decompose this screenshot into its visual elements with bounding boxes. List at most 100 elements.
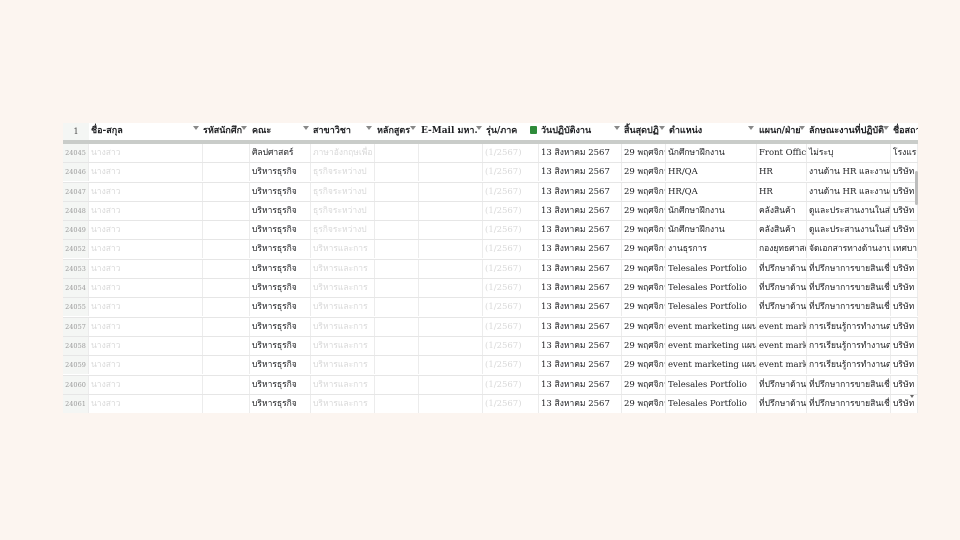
cell-task[interactable]: ที่ปรึกษาการขายสินเชื่อด้ <box>807 259 891 278</box>
filter-icon[interactable] <box>476 126 482 130</box>
cell-organization[interactable]: บริษัท <box>891 259 918 278</box>
cell-position[interactable]: Telesales Portfolio <box>666 298 757 317</box>
cell-department[interactable]: ที่ปรึกษาด้านก <box>757 259 807 278</box>
filter-icon[interactable] <box>410 126 416 130</box>
cell-department[interactable]: คลังสินค้า <box>757 221 807 240</box>
cell-start-date[interactable]: 13 สิงหาคม 2567 <box>539 259 622 278</box>
col-name[interactable]: ชื่อ-สกุล <box>91 123 191 140</box>
cell-task[interactable]: จัดเอกสารทางด้านงานธุร <box>807 240 891 259</box>
filter-icon[interactable] <box>614 126 620 130</box>
cell-organization[interactable]: บริษัท <box>891 221 918 240</box>
cell-organization[interactable]: บริษัท <box>891 201 918 220</box>
table-row[interactable]: 24057 นางสาว บริหารธุรกิจ บริหารและการ (1/25… <box>63 317 918 337</box>
cell-email[interactable] <box>419 144 483 162</box>
row-number[interactable]: 24049 <box>63 221 89 240</box>
cell-generation[interactable]: (1/2567) <box>483 394 539 413</box>
cell-generation[interactable]: (1/2567) <box>483 201 539 220</box>
cell-name[interactable]: นางสาว <box>89 259 203 278</box>
cell-task[interactable]: การเรียนรู้การทำงานต่างๆ <box>807 317 891 336</box>
cell-task[interactable]: ที่ปรึกษาการขายสินเชื่อด้ <box>807 394 891 413</box>
cell-email[interactable] <box>419 259 483 278</box>
cell-task[interactable]: ดูและประสานงานในส่วน <box>807 221 891 240</box>
vertical-scrollbar[interactable] <box>915 171 918 205</box>
cell-name[interactable]: นางสาว <box>89 375 203 394</box>
cell-position[interactable]: HR/QA <box>666 163 757 182</box>
cell-faculty[interactable]: บริหารธุรกิจ <box>250 201 311 220</box>
cell-student-id[interactable] <box>203 259 250 278</box>
cell-email[interactable] <box>419 163 483 182</box>
cell-name[interactable]: นางสาว <box>89 201 203 220</box>
cell-start-date[interactable]: 13 สิงหาคม 2567 <box>539 240 622 259</box>
cell-end-date[interactable]: 29 พฤศจิกาย <box>622 356 666 375</box>
cell-email[interactable] <box>419 394 483 413</box>
cell-department[interactable]: event marketin <box>757 317 807 336</box>
cell-email[interactable] <box>419 240 483 259</box>
cell-name[interactable]: นางสาว <box>89 182 203 201</box>
cell-faculty[interactable]: บริหารธุรกิจ <box>250 163 311 182</box>
cell-faculty[interactable]: บริหารธุรกิจ <box>250 375 311 394</box>
cell-major[interactable]: บริหารและการ <box>311 298 375 317</box>
cell-end-date[interactable]: 29 พฤศจิกาย <box>622 201 666 220</box>
cell-faculty[interactable]: บริหารธุรกิจ <box>250 182 311 201</box>
cell-position[interactable]: นักศึกษาฝึกงาน <box>666 201 757 220</box>
row-number[interactable]: 24058 <box>63 336 89 355</box>
cell-faculty[interactable]: บริหารธุรกิจ <box>250 259 311 278</box>
cell-end-date[interactable]: 29 พฤศจิกาย <box>622 221 666 240</box>
cell-program[interactable] <box>375 279 419 298</box>
cell-generation[interactable]: (1/2567) <box>483 221 539 240</box>
cell-generation[interactable]: (1/2567) <box>483 298 539 317</box>
cell-email[interactable] <box>419 221 483 240</box>
cell-task[interactable]: การเรียนรู้การทำงานต่างๆ <box>807 336 891 355</box>
cell-position[interactable]: งานธุรการ <box>666 240 757 259</box>
cell-position[interactable]: HR/QA <box>666 182 757 201</box>
cell-major[interactable]: บริหารและการ <box>311 356 375 375</box>
filter-icon[interactable] <box>748 126 754 130</box>
cell-position[interactable]: event marketing แผนกการต <box>666 317 757 336</box>
cell-name[interactable]: นางสาว <box>89 279 203 298</box>
cell-student-id[interactable] <box>203 279 250 298</box>
cell-student-id[interactable] <box>203 221 250 240</box>
cell-major[interactable]: ธุรกิจระหว่างป <box>311 182 375 201</box>
cell-name[interactable]: นางสาว <box>89 298 203 317</box>
cell-organization[interactable]: บริษัท <box>891 279 918 298</box>
filter-icon[interactable] <box>799 126 805 130</box>
cell-start-date[interactable]: 13 สิงหาคม 2567 <box>539 163 622 182</box>
cell-email[interactable] <box>419 375 483 394</box>
cell-end-date[interactable]: 29 พฤศจิกาย <box>622 163 666 182</box>
table-row[interactable]: 24047 นางสาว บริหารธุรกิจ ธุรกิจระหว่างป (1/… <box>63 182 918 202</box>
cell-name[interactable]: นางสาว <box>89 356 203 375</box>
cell-email[interactable] <box>419 356 483 375</box>
cell-program[interactable] <box>375 375 419 394</box>
cell-position[interactable]: Telesales Portfolio <box>666 375 757 394</box>
cell-start-date[interactable]: 13 สิงหาคม 2567 <box>539 394 622 413</box>
cell-faculty[interactable]: บริหารธุรกิจ <box>250 298 311 317</box>
table-row[interactable]: 24046 นางสาว บริหารธุรกิจ ธุรกิจระหว่างป (1/… <box>63 163 918 183</box>
cell-start-date[interactable]: 13 สิงหาคม 2567 <box>539 298 622 317</box>
cell-start-date[interactable]: 13 สิงหาคม 2567 <box>539 182 622 201</box>
cell-task[interactable]: ที่ปรึกษาการขายสินเชื่อด้ <box>807 279 891 298</box>
cell-program[interactable] <box>375 182 419 201</box>
cell-organization[interactable]: บริษัท <box>891 182 918 201</box>
cell-generation[interactable]: (1/2567) <box>483 375 539 394</box>
cell-major[interactable]: บริหารและการ <box>311 240 375 259</box>
cell-organization[interactable]: บริษัท <box>891 336 918 355</box>
cell-program[interactable] <box>375 163 419 182</box>
cell-student-id[interactable] <box>203 298 250 317</box>
cell-start-date[interactable]: 13 สิงหาคม 2567 <box>539 317 622 336</box>
cell-department[interactable]: กองยุทธศาสตร์ <box>757 240 807 259</box>
cell-department[interactable]: event marketin <box>757 356 807 375</box>
filter-icon[interactable] <box>659 126 665 130</box>
cell-email[interactable] <box>419 182 483 201</box>
cell-faculty[interactable]: บริหารธุรกิจ <box>250 394 311 413</box>
cell-start-date[interactable]: 13 สิงหาคม 2567 <box>539 279 622 298</box>
row-number[interactable]: 24060 <box>63 375 89 394</box>
cell-generation[interactable]: (1/2567) <box>483 240 539 259</box>
cell-position[interactable]: Telesales Portfolio <box>666 279 757 298</box>
cell-email[interactable] <box>419 317 483 336</box>
col-email[interactable]: E-Mail มหา. <box>421 123 481 140</box>
cell-program[interactable] <box>375 317 419 336</box>
cell-name[interactable]: นางสาว <box>89 394 203 413</box>
cell-student-id[interactable] <box>203 182 250 201</box>
cell-task[interactable]: ไม่ระบุ <box>807 144 891 162</box>
cell-program[interactable] <box>375 356 419 375</box>
